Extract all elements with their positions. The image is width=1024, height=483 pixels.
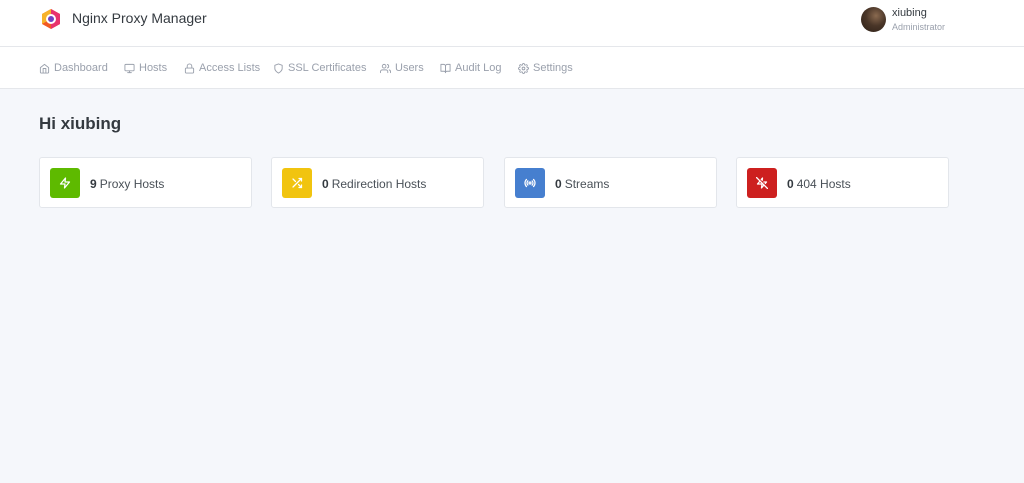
zap-off-icon [756,177,768,189]
app-logo-icon[interactable] [40,8,62,30]
card-count: 0 [787,177,794,191]
nav-item-access-lists[interactable]: Access Lists [184,61,260,75]
nav-item-label: Settings [533,62,573,74]
user-role: Administrator [892,22,946,32]
nav-item-label: Dashboard [54,62,108,74]
card-label: Proxy Hosts [99,177,165,191]
streams-card[interactable]: 0 Streams [504,157,717,208]
main-nav: Dashboard Hosts Access Lists SSL Certifi… [0,47,1024,89]
404-hosts-card[interactable]: 0 404 Hosts [736,157,949,208]
card-text: 9 Proxy Hosts [90,177,164,191]
nav-item-audit-log[interactable]: Audit Log [440,61,501,75]
proxy-hosts-card[interactable]: 9 Proxy Hosts [39,157,252,208]
card-count: 0 [555,177,562,191]
redirection-hosts-card[interactable]: 0 Redirection Hosts [271,157,484,208]
nav-item-label: Users [395,62,424,74]
card-text: 0 Redirection Hosts [322,177,426,191]
card-text: 0 Streams [555,177,609,191]
card-text: 0 404 Hosts [787,177,851,191]
book-icon [440,63,451,73]
shield-icon [274,62,283,74]
card-label: Redirection Hosts [331,177,427,191]
nav-item-users[interactable]: Users [380,61,424,75]
gear-icon [518,62,529,74]
page-greeting: Hi xiubing [39,114,122,133]
nav-item-label: SSL Certificates [288,62,367,74]
card-icon-badge [50,168,80,198]
nav-item-settings[interactable]: Settings [518,61,573,75]
card-icon-badge [282,168,312,198]
nav-item-ssl-certificates[interactable]: SSL Certificates [273,61,366,75]
zap-icon [59,177,71,189]
top-header: Nginx Proxy Manager xiubing Administrato… [0,0,1024,47]
card-icon-badge [515,168,545,198]
nav-item-label: Audit Log [455,62,502,74]
monitor-icon [124,63,135,73]
radio-icon [524,178,536,188]
nav-item-hosts[interactable]: Hosts [124,61,167,75]
nav-item-label: Hosts [139,62,168,74]
card-count: 9 [90,177,97,191]
app-title[interactable]: Nginx Proxy Manager [72,9,207,27]
user-avatar[interactable] [861,7,886,32]
nav-item-label: Access Lists [199,62,261,74]
home-icon [39,63,50,74]
user-name[interactable]: xiubing [892,7,927,20]
shuffle-icon [292,177,303,189]
card-label: 404 Hosts [796,177,851,191]
card-count: 0 [322,177,329,191]
card-icon-badge [747,168,777,198]
users-icon [380,63,391,73]
nav-item-dashboard[interactable]: Dashboard [39,61,108,75]
card-label: Streams [564,177,610,191]
lock-icon [184,62,195,74]
